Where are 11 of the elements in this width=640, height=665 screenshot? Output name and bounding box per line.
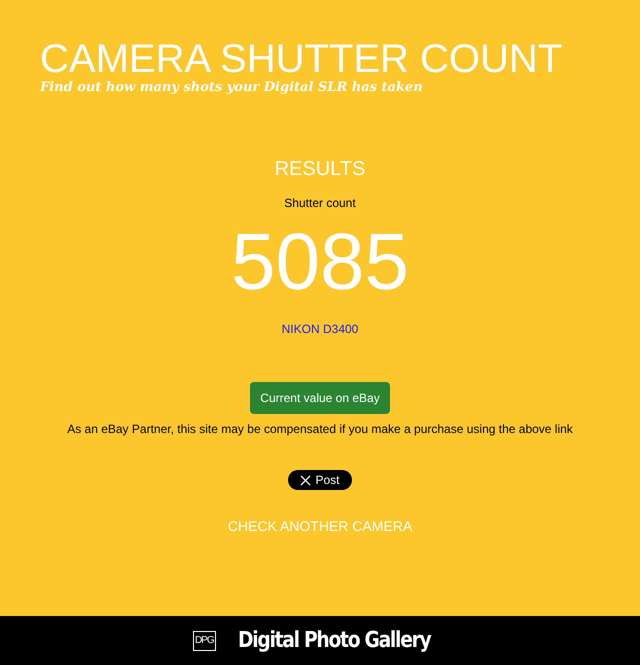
x-logo-icon [300,474,312,486]
site-logo[interactable]: DPG Digital Photo Gallery [192,628,448,653]
results-heading: RESULTS [274,157,366,181]
page-title: CAMERA SHUTTER COUNT [40,38,564,80]
camera-model-link[interactable]: NIKON D3400 [282,322,358,336]
post-button[interactable]: Post [288,470,352,490]
shutter-count-label: Shutter count [284,196,356,210]
affiliate-disclaimer: As an eBay Partner, this site may be compensated if you make a purchase using the above link [67,422,573,436]
page-subtitle: Find out how many shots your Digital SLR has taken [40,80,424,96]
shutter-count-value: 5085 [231,220,409,304]
ebay-value-button[interactable]: Current value on eBay [250,382,390,414]
